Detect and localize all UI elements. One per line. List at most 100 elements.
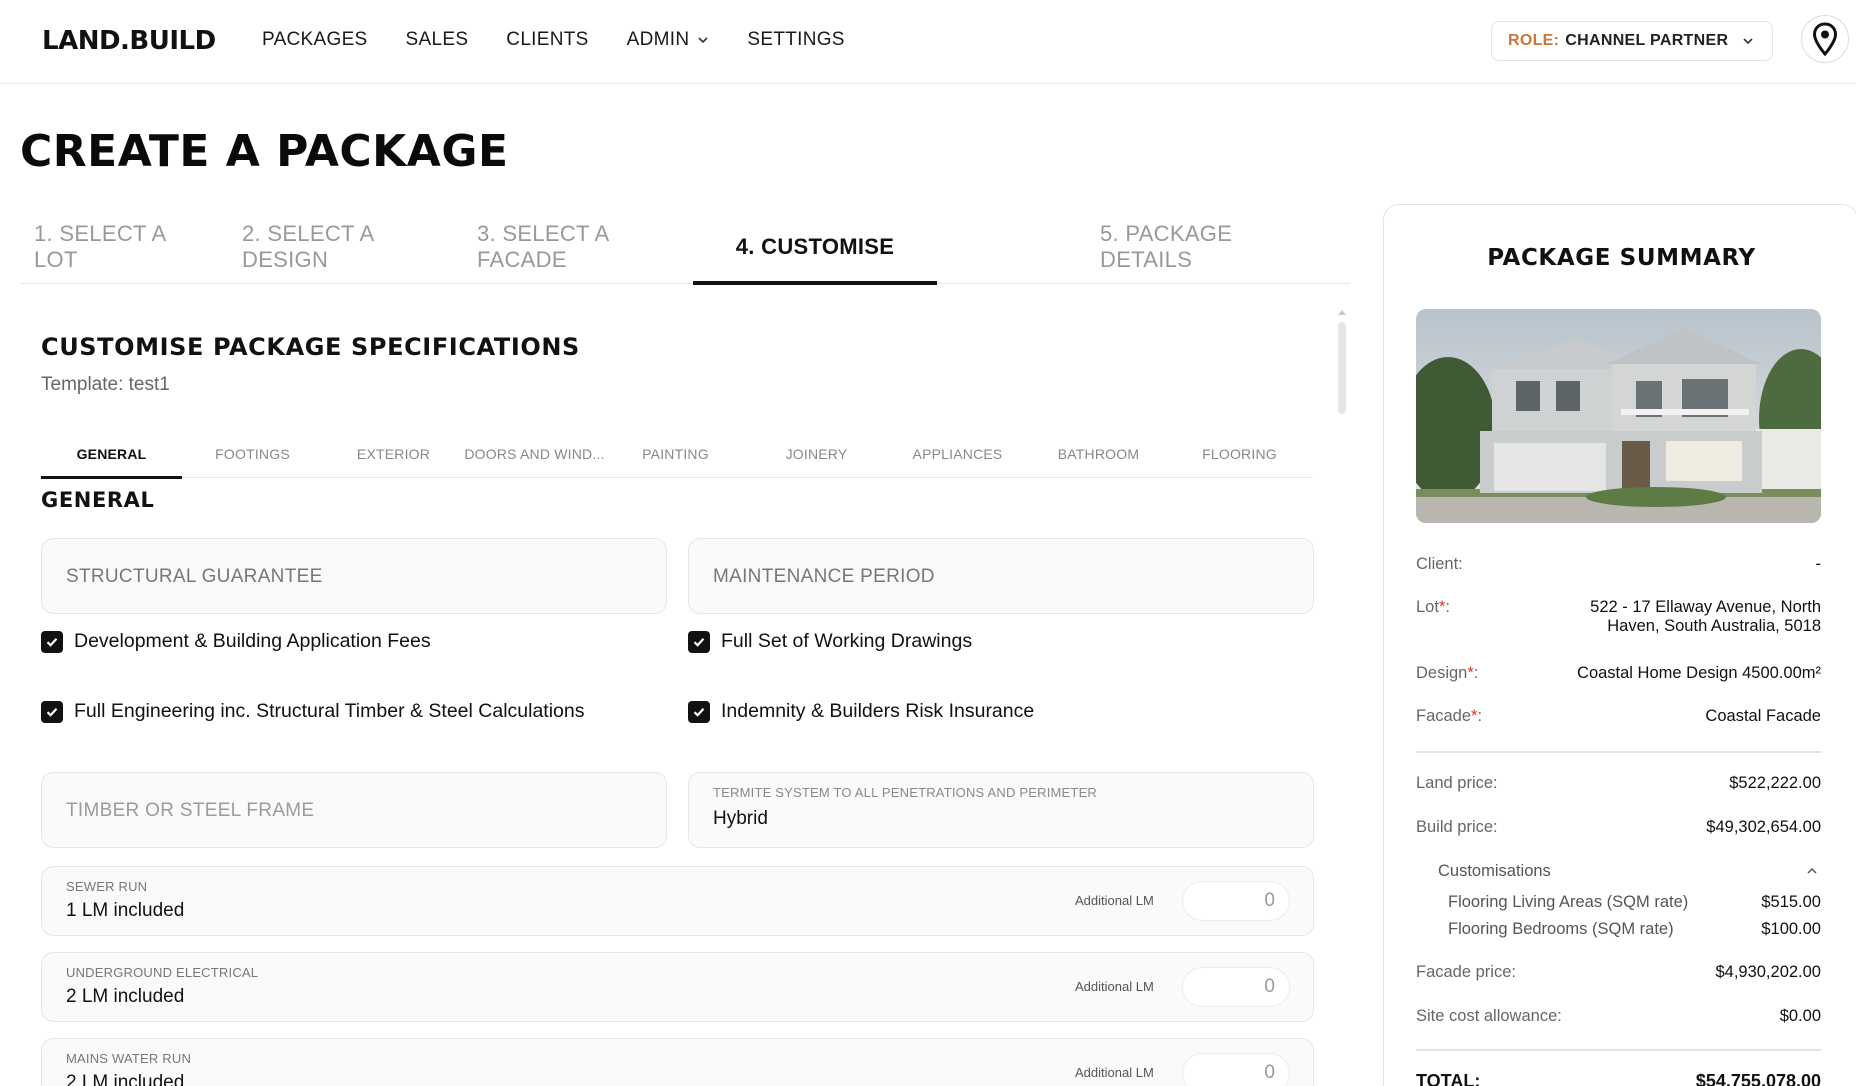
step-label: 4. CUSTOMISE bbox=[735, 234, 895, 259]
tab-label: APPLIANCES bbox=[912, 446, 1003, 462]
additional-lm-input[interactable]: 0 bbox=[1182, 1053, 1290, 1086]
step-select-design[interactable]: 2. SELECT A DESIGN bbox=[242, 210, 442, 284]
customisation-price: $515.00 bbox=[1761, 893, 1821, 911]
tab-label: DOORS AND WIND... bbox=[464, 446, 605, 462]
summary-title: PACKAGE SUMMARY bbox=[1487, 245, 1756, 271]
lot-label-text: Lot bbox=[1416, 598, 1439, 616]
nav-clients-label: CLIENTS bbox=[506, 29, 589, 50]
step-tabs: 1. SELECT A LOT 2. SELECT A DESIGN 3. SE… bbox=[20, 210, 1350, 285]
spec-category-tabs: GENERAL FOOTINGS EXTERIOR DOORS AND WIND… bbox=[41, 430, 1313, 479]
nav-admin[interactable]: ADMIN bbox=[627, 29, 710, 51]
checkbox-checked-icon bbox=[41, 630, 63, 653]
facade-label: Facade*: bbox=[1416, 707, 1483, 725]
tab-doors-and-windows[interactable]: DOORS AND WIND... bbox=[464, 430, 605, 478]
site-cost-label: Site cost allowance: bbox=[1416, 1007, 1562, 1025]
termite-system-select[interactable]: TERMITE SYSTEM TO ALL PENETRATIONS AND P… bbox=[688, 772, 1314, 848]
tab-flooring[interactable]: FLOORING bbox=[1169, 430, 1310, 478]
facade-price-label: Facade price: bbox=[1416, 963, 1516, 981]
checkbox-da-fees[interactable]: Development & Building Application Fees bbox=[41, 630, 431, 653]
row-value: 2 LM included bbox=[66, 986, 185, 1007]
role-selector[interactable]: ROLE: CHANNEL PARTNER bbox=[1491, 21, 1773, 61]
tab-bathroom[interactable]: BATHROOM bbox=[1028, 430, 1169, 478]
design-label-text: Design bbox=[1416, 664, 1468, 682]
template-name: Template: test1 bbox=[41, 374, 170, 395]
mains-water-run-row: MAINS WATER RUN 2 LM included Additional… bbox=[41, 1038, 1314, 1086]
role-key: ROLE: bbox=[1508, 32, 1560, 49]
step-label: 3. SELECT A FACADE bbox=[477, 221, 609, 272]
summary-lot-row: Lot*: 522 - 17 Ellaway Avenue, North Have… bbox=[1416, 598, 1821, 642]
checkbox-full-engineering[interactable]: Full Engineering inc. Structural Timber … bbox=[41, 700, 585, 723]
scroll-up-arrow-icon[interactable] bbox=[1338, 310, 1346, 315]
customisation-price: $100.00 bbox=[1761, 920, 1821, 938]
field-placeholder: TIMBER OR STEEL FRAME bbox=[66, 800, 315, 821]
additional-lm-label: Additional LM bbox=[1075, 893, 1154, 908]
additional-lm-label: Additional LM bbox=[1075, 1065, 1154, 1080]
customisations-header[interactable]: Customisations bbox=[1438, 862, 1551, 881]
app-logo[interactable]: LAND.BUILD bbox=[42, 26, 216, 56]
chevron-up-icon[interactable] bbox=[1806, 865, 1818, 877]
tab-footings[interactable]: FOOTINGS bbox=[182, 430, 323, 478]
field-label: TERMITE SYSTEM TO ALL PENETRATIONS AND P… bbox=[713, 785, 1098, 800]
checkbox-label: Full Engineering inc. Structural Timber … bbox=[74, 700, 585, 722]
step-label: 1. SELECT A LOT bbox=[34, 221, 166, 272]
checkbox-working-drawings[interactable]: Full Set of Working Drawings bbox=[688, 630, 972, 653]
facade-value: Coastal Facade bbox=[1705, 707, 1821, 725]
checkbox-checked-icon bbox=[41, 700, 63, 723]
tab-label: GENERAL bbox=[76, 446, 147, 462]
summary-divider bbox=[1416, 1049, 1821, 1051]
package-summary-card: PACKAGE SUMMARY Client: - Lot*: 522 - 17… bbox=[1383, 204, 1856, 1086]
step-package-details[interactable]: 5. PACKAGE DETAILS bbox=[1100, 210, 1326, 284]
tab-label: FOOTINGS bbox=[215, 446, 290, 462]
frame-type-select[interactable]: TIMBER OR STEEL FRAME bbox=[41, 772, 667, 848]
panel-scrollbar[interactable] bbox=[1336, 308, 1348, 1086]
facade-price-value: $4,930,202.00 bbox=[1715, 963, 1821, 981]
step-customise[interactable]: 4. CUSTOMISE bbox=[693, 210, 937, 285]
additional-lm-input[interactable]: 0 bbox=[1182, 967, 1290, 1007]
location-button[interactable] bbox=[1801, 15, 1849, 63]
total-label: TOTAL: bbox=[1416, 1071, 1481, 1086]
tab-general[interactable]: GENERAL bbox=[41, 430, 182, 479]
role-value: CHANNEL PARTNER bbox=[1565, 32, 1729, 49]
tab-painting[interactable]: PAINTING bbox=[605, 430, 746, 478]
tab-exterior[interactable]: EXTERIOR bbox=[323, 430, 464, 478]
build-price-label: Build price: bbox=[1416, 818, 1498, 836]
underground-electrical-row: UNDERGROUND ELECTRICAL 2 LM included Add… bbox=[41, 952, 1314, 1022]
additional-lm-input[interactable]: 0 bbox=[1182, 881, 1290, 921]
checkbox-label: Full Set of Working Drawings bbox=[721, 630, 973, 652]
required-marker: * bbox=[1438, 598, 1446, 616]
tab-appliances[interactable]: APPLIANCES bbox=[887, 430, 1028, 478]
step-label: 2. SELECT A DESIGN bbox=[242, 221, 374, 272]
land-price-value: $522,222.00 bbox=[1729, 774, 1821, 792]
additional-lm-label: Additional LM bbox=[1075, 979, 1154, 994]
scroll-thumb[interactable] bbox=[1338, 322, 1346, 414]
tab-label: FLOORING bbox=[1202, 446, 1277, 462]
step-select-facade[interactable]: 3. SELECT A FACADE bbox=[477, 210, 701, 284]
nav-settings[interactable]: SETTINGS bbox=[747, 29, 844, 51]
structural-guarantee-select[interactable]: STRUCTURAL GUARANTEE bbox=[41, 538, 667, 614]
maintenance-period-select[interactable]: MAINTENANCE PERIOD bbox=[688, 538, 1314, 614]
sewer-run-row: SEWER RUN 1 LM included Additional LM 0 bbox=[41, 866, 1314, 936]
main-nav: PACKAGES SALES CLIENTS ADMIN SETTINGS bbox=[262, 29, 883, 51]
required-marker: * bbox=[1471, 707, 1478, 725]
nav-clients[interactable]: CLIENTS bbox=[506, 29, 588, 51]
tab-label: BATHROOM bbox=[1057, 446, 1140, 462]
row-label: MAINS WATER RUN bbox=[66, 1051, 192, 1066]
design-label: Design*: bbox=[1416, 664, 1479, 682]
required-marker: * bbox=[1467, 664, 1474, 682]
step-select-lot[interactable]: 1. SELECT A LOT bbox=[34, 210, 184, 284]
tab-joinery[interactable]: JOINERY bbox=[746, 430, 887, 478]
row-label: UNDERGROUND ELECTRICAL bbox=[66, 965, 259, 980]
field-placeholder: STRUCTURAL GUARANTEE bbox=[66, 566, 323, 587]
lot-value-line-2: Haven, South Australia, 5018 bbox=[1607, 617, 1821, 635]
facade-label-text: Facade bbox=[1416, 707, 1472, 725]
facade-preview-image bbox=[1416, 309, 1821, 523]
nav-packages[interactable]: PACKAGES bbox=[262, 29, 368, 51]
tab-label: PAINTING bbox=[642, 446, 709, 462]
section-title: CUSTOMISE PACKAGE SPECIFICATIONS bbox=[41, 333, 580, 361]
checkbox-checked-icon bbox=[688, 630, 710, 653]
nav-sales[interactable]: SALES bbox=[406, 29, 469, 51]
nav-admin-label: ADMIN bbox=[626, 29, 690, 50]
checkbox-indemnity-insurance[interactable]: Indemnity & Builders Risk Insurance bbox=[688, 700, 1034, 723]
checkbox-checked-icon bbox=[688, 700, 710, 723]
page-title: CREATE A PACKAGE bbox=[20, 126, 509, 177]
